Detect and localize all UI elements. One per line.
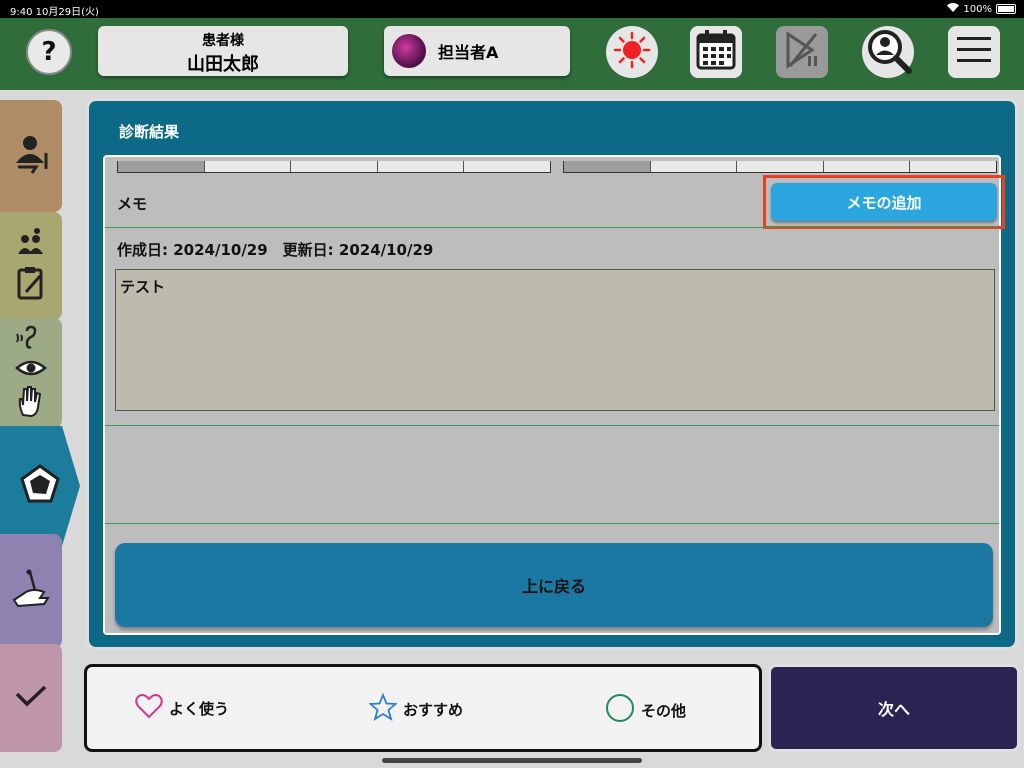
patient-name: 山田太郎	[187, 54, 259, 75]
progress-segments-right	[563, 161, 997, 173]
sidebar-tab-transfer[interactable]	[0, 100, 62, 212]
progress-segment	[291, 161, 378, 172]
people-chat-icon	[16, 228, 46, 262]
staff-selector[interactable]: 担当者A	[384, 26, 570, 76]
progress-segment	[204, 161, 292, 172]
clipboard-icon	[16, 266, 46, 304]
circle-icon	[605, 693, 635, 727]
menu-button[interactable]	[948, 26, 1000, 78]
progress-segment	[377, 161, 465, 172]
status-time: 9:40 10月29日(火)	[10, 7, 99, 18]
sun-icon	[612, 30, 652, 74]
header: ? 患者様 山田太郎 担当者A	[0, 18, 1024, 90]
avatar	[392, 34, 426, 68]
star-icon	[368, 692, 398, 725]
user-search-button[interactable]	[862, 26, 914, 78]
progress-segment	[737, 161, 824, 172]
play-pause-button[interactable]	[776, 26, 828, 78]
checkmark-icon	[14, 684, 48, 712]
divider	[105, 425, 999, 426]
progress-segment	[464, 161, 550, 172]
pentagon-chart-icon	[19, 463, 61, 509]
help-button[interactable]: ?	[26, 29, 72, 75]
battery-percent: 100%	[963, 3, 992, 15]
filter-recommended-label: おすすめ	[403, 700, 464, 719]
filter-other-label: その他	[641, 701, 687, 720]
filter-favorite[interactable]: よく使う	[135, 693, 229, 723]
wifi-icon	[947, 3, 960, 15]
diagnosis-panel: 診断結果 メモ メモの追加 作成日: 2024/10/29 更新日: 2024/…	[86, 98, 1018, 650]
eye-icon	[15, 359, 47, 381]
user-search-icon	[863, 25, 913, 79]
add-memo-button[interactable]: メモの追加	[771, 183, 997, 221]
calendar-button[interactable]	[690, 26, 742, 78]
progress-segment	[564, 161, 651, 172]
filter-favorite-label: よく使う	[169, 699, 230, 718]
progress-segment	[650, 161, 738, 172]
page-title: 診断結果	[119, 123, 180, 141]
heart-icon	[135, 693, 163, 723]
play-pause-icon	[782, 30, 822, 74]
people-transfer-icon	[10, 133, 52, 179]
hamburger-icon	[957, 36, 991, 68]
progress-segments-left	[117, 161, 551, 173]
memo-section: メモ メモの追加 作成日: 2024/10/29 更新日: 2024/10/29…	[103, 155, 1005, 635]
filter-other[interactable]: その他	[605, 693, 686, 727]
divider	[105, 523, 999, 524]
memo-text-area[interactable]: テスト	[115, 269, 995, 411]
divider	[105, 227, 999, 228]
status-battery: 100%	[947, 3, 1016, 15]
patient-selector[interactable]: 患者様 山田太郎	[98, 26, 348, 76]
memo-label: メモ	[117, 195, 148, 213]
sidebar-tab-confirm[interactable]	[0, 644, 62, 752]
hand-icon	[15, 385, 47, 421]
battery-icon	[996, 4, 1016, 14]
sidebar-tab-treatment[interactable]	[0, 534, 62, 648]
filter-recommended[interactable]: おすすめ	[368, 692, 464, 725]
progress-segment	[118, 161, 205, 172]
next-button[interactable]: 次へ	[768, 664, 1020, 752]
calendar-icon	[694, 28, 738, 76]
patient-label: 患者様	[202, 33, 244, 49]
sidebar-tab-senses[interactable]	[0, 318, 62, 428]
hand-needle-icon	[10, 568, 52, 614]
sidebar	[0, 96, 82, 756]
home-indicator[interactable]	[382, 758, 642, 763]
status-bar: 9:40 10月29日(火) 100%	[0, 0, 1024, 18]
progress-segment	[823, 161, 911, 172]
sidebar-tab-interview[interactable]	[0, 212, 62, 320]
progress-segment	[910, 161, 996, 172]
back-up-button[interactable]: 上に戻る	[115, 543, 993, 627]
ear-icon	[15, 325, 47, 355]
staff-name: 担当者A	[438, 43, 499, 62]
filter-bar: よく使う おすすめ その他	[84, 664, 762, 752]
memo-dates: 作成日: 2024/10/29 更新日: 2024/10/29	[117, 241, 434, 259]
sidebar-tab-diagnosis[interactable]	[0, 426, 80, 546]
sun-button[interactable]	[606, 26, 658, 78]
add-memo-highlight: メモの追加	[763, 175, 1005, 229]
